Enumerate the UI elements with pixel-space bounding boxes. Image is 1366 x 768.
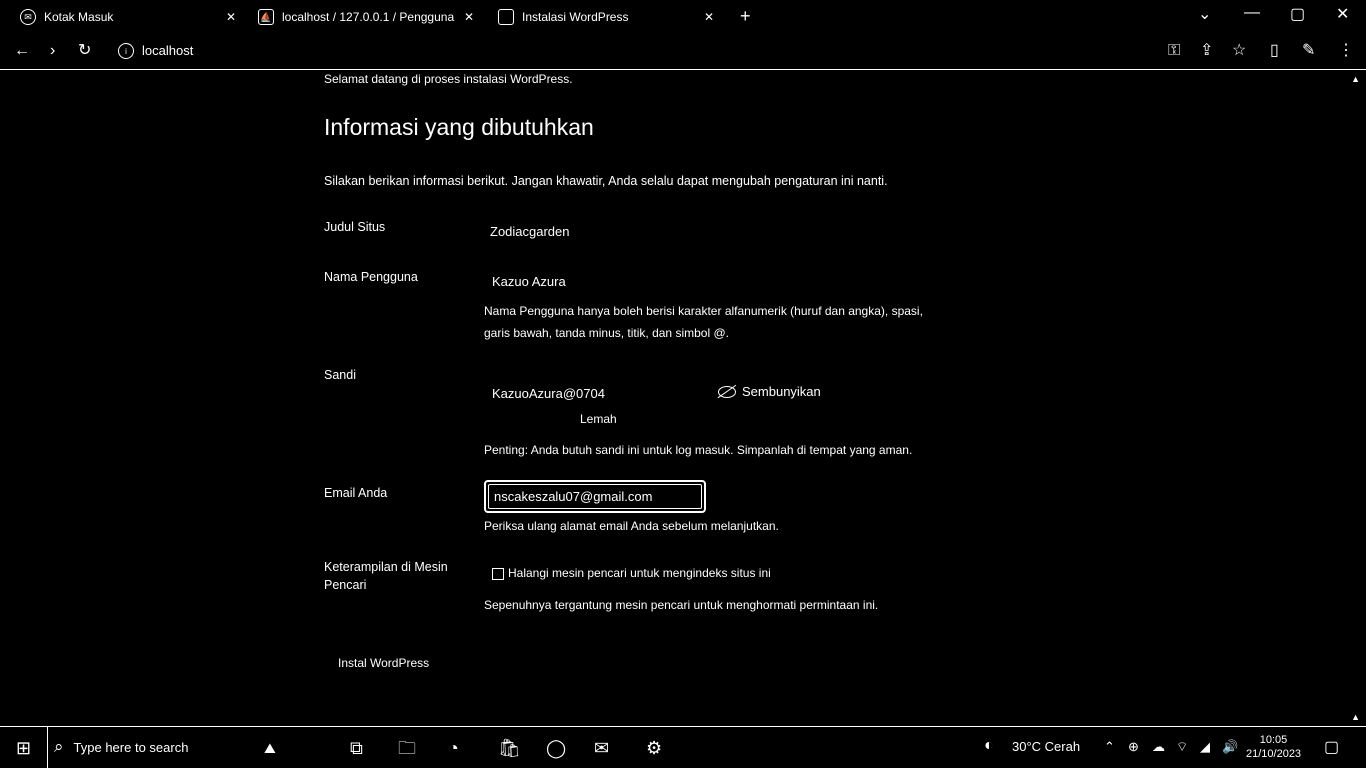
username-label: Nama Pengguna bbox=[324, 270, 418, 284]
network-icon[interactable]: ⌔ bbox=[1176, 739, 1188, 755]
username-field[interactable]: Kazuo Azura bbox=[492, 274, 566, 289]
site-info-icon[interactable]: i bbox=[118, 43, 134, 59]
browser-toolbar: ← › ↻ i localhost ⚿ ⇪ ☆ ▯ ✎ ⋮ bbox=[0, 34, 1366, 70]
tab-title: Kotak Masuk bbox=[44, 10, 114, 24]
page-icon bbox=[498, 9, 514, 25]
location-icon[interactable]: ⊕ bbox=[1128, 739, 1139, 755]
search-visibility-label-line: Keterampilan di Mesin bbox=[324, 560, 448, 574]
notification-icon[interactable]: ▢ bbox=[1324, 737, 1339, 757]
password-note: Penting: Anda butuh sandi ini untuk log … bbox=[484, 443, 913, 457]
search-icon: ⌕ bbox=[54, 737, 64, 756]
install-wordpress-button[interactable]: Instal WordPress bbox=[336, 652, 431, 674]
phpmyadmin-icon: ⛵ bbox=[258, 9, 274, 25]
hide-password-label: Sembunyikan bbox=[742, 384, 821, 399]
back-arrow-icon[interactable]: ← bbox=[14, 42, 30, 60]
tray-chevron-icon[interactable]: ⌃ bbox=[1104, 739, 1115, 755]
hide-password-button[interactable]: Sembunyikan bbox=[718, 384, 821, 399]
username-note: Nama Pengguna hanya boleh berisi karakte… bbox=[484, 300, 1004, 344]
email-note: Periksa ulang alamat email Anda sebelum … bbox=[484, 519, 779, 533]
close-window-icon[interactable]: ✕ bbox=[1336, 4, 1349, 24]
username-note-line: Nama Pengguna hanya boleh berisi karakte… bbox=[484, 304, 923, 318]
system-clock[interactable]: 10:05 21/10/2023 bbox=[1246, 733, 1301, 761]
tab-list-chevron-icon[interactable]: ⌄ bbox=[1198, 4, 1211, 24]
tab-wordpress-install[interactable]: Instalasi WordPress bbox=[498, 6, 628, 28]
volume-icon[interactable]: 🔊 bbox=[1222, 739, 1238, 755]
search-visibility-label-line: Pencari bbox=[324, 578, 367, 592]
mail-icon: ✉ bbox=[20, 9, 36, 25]
weather-icon[interactable]: ◐ bbox=[984, 737, 994, 755]
intro-text-cut: Selamat datang di proses instalasi WordP… bbox=[324, 72, 573, 86]
eye-slash-icon bbox=[718, 385, 736, 398]
clock-time: 10:05 bbox=[1259, 734, 1288, 746]
file-explorer-icon[interactable]: 🗀 bbox=[398, 737, 416, 759]
address-bar[interactable]: localhost bbox=[142, 43, 193, 58]
tab-title: Instalasi WordPress bbox=[522, 10, 629, 24]
edge-browser-icon[interactable]: ◔ bbox=[448, 737, 459, 759]
password-strength: Lemah bbox=[580, 412, 617, 426]
scroll-up-icon[interactable]: ▲ bbox=[1351, 74, 1360, 84]
settings-gear-icon[interactable]: ⚙ bbox=[646, 737, 662, 759]
close-tab-icon[interactable]: ✕ bbox=[464, 6, 474, 28]
tab-title: localhost / 127.0.0.1 / Pengguna bbox=[282, 10, 455, 24]
username-note-line: garis bawah, tanda minus, titik, dan sim… bbox=[484, 326, 729, 340]
battery-icon[interactable]: ◢ bbox=[1200, 739, 1210, 755]
reload-icon[interactable]: ↻ bbox=[78, 42, 91, 60]
email-label: Email Anda bbox=[324, 486, 388, 500]
scroll-down-icon[interactable]: ▲ bbox=[1351, 712, 1360, 722]
minimize-icon[interactable]: — bbox=[1244, 4, 1260, 22]
weather-status[interactable]: 30°C Cerah bbox=[1012, 739, 1080, 754]
close-tab-icon[interactable]: ✕ bbox=[704, 6, 714, 28]
search-highlight-icon[interactable]: ⛰ bbox=[264, 737, 276, 759]
page-title: Informasi yang dibutuhkan bbox=[324, 114, 594, 140]
task-view-icon[interactable]: ⧉ bbox=[350, 737, 363, 759]
app-circle-icon[interactable]: ◯ bbox=[546, 737, 566, 759]
clock-date: 21/10/2023 bbox=[1246, 748, 1302, 760]
windows-start-icon[interactable]: ⊞ bbox=[0, 727, 48, 768]
forward-arrow-icon[interactable]: › bbox=[50, 42, 55, 60]
close-tab-icon[interactable]: ✕ bbox=[226, 6, 236, 28]
search-visibility-label: Keterampilan di Mesin Pencari bbox=[324, 558, 474, 594]
intro-paragraph: Silakan berikan informasi berikut. Janga… bbox=[324, 174, 888, 188]
key-icon[interactable]: ⚿ bbox=[1168, 42, 1180, 60]
cloud-icon[interactable]: ☁ bbox=[1152, 739, 1165, 755]
browser-tab-bar: ✉ Kotak Masuk ✕ ⛵ localhost / 127.0.0.1 … bbox=[0, 0, 1366, 34]
email-field-focus-ring bbox=[484, 480, 706, 513]
tab-view-icon[interactable]: ▯ bbox=[1270, 42, 1279, 60]
tab-inbox[interactable]: ✉ Kotak Masuk bbox=[20, 6, 113, 28]
taskbar-search-box[interactable]: ⌕ Type here to search bbox=[54, 737, 188, 757]
search-visibility-checkbox-label[interactable]: Halangi mesin pencari untuk mengindeks s… bbox=[508, 566, 771, 580]
maximize-icon[interactable]: ▢ bbox=[1290, 4, 1305, 24]
page-content: ▲ ▲ Selamat datang di proses instalasi W… bbox=[0, 70, 1366, 726]
share-icon[interactable]: ⇪ bbox=[1200, 42, 1213, 60]
search-visibility-checkbox[interactable] bbox=[492, 568, 504, 580]
site-title-field[interactable]: Zodiacgarden bbox=[490, 224, 570, 239]
new-tab-button[interactable]: + bbox=[740, 6, 751, 26]
tab-phpmyadmin[interactable]: ⛵ localhost / 127.0.0.1 / Pengguna bbox=[258, 6, 454, 28]
favorites-star-icon[interactable]: ☆ bbox=[1232, 42, 1246, 60]
menu-dots-icon[interactable]: ⋮ bbox=[1338, 42, 1354, 60]
search-placeholder: Type here to search bbox=[73, 739, 189, 755]
password-label: Sandi bbox=[324, 368, 356, 382]
store-icon[interactable]: 🛍 bbox=[498, 737, 521, 759]
pen-icon[interactable]: ✎ bbox=[1302, 42, 1315, 60]
search-visibility-note: Sepenuhnya tergantung mesin pencari untu… bbox=[484, 598, 879, 612]
taskbar: ⊞ ⌕ Type here to search ⛰ ⧉ 🗀 ◔ 🛍 ◯ ✉ ⚙ … bbox=[0, 726, 1366, 768]
mail-icon[interactable]: ✉ bbox=[594, 737, 609, 759]
password-field[interactable]: KazuoAzura@0704 bbox=[492, 386, 605, 401]
email-input[interactable] bbox=[488, 484, 702, 509]
site-title-label: Judul Situs bbox=[324, 220, 386, 234]
